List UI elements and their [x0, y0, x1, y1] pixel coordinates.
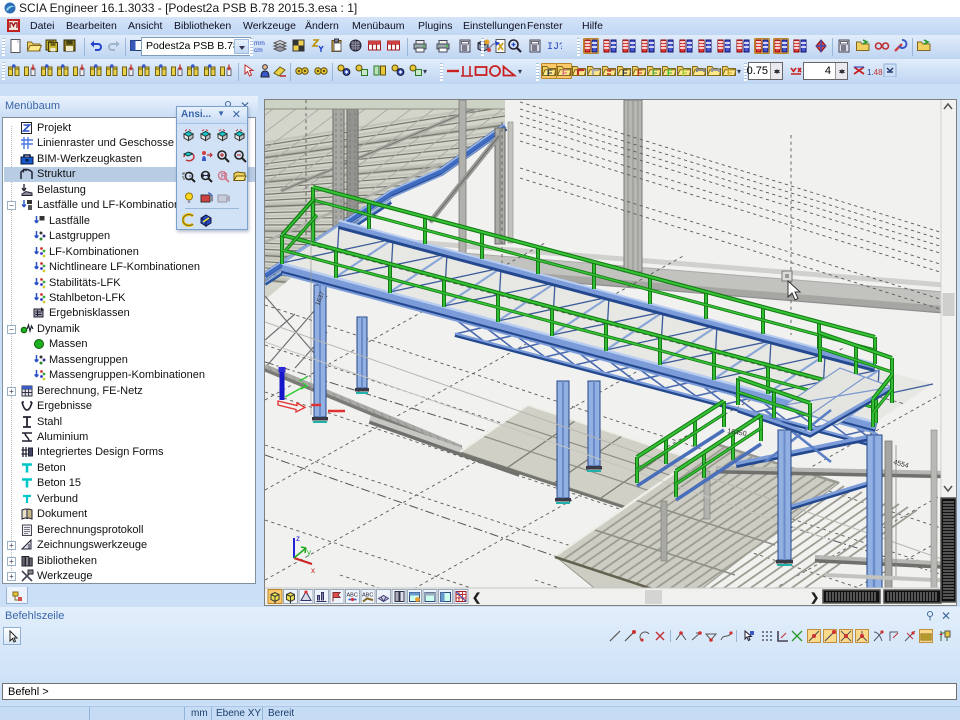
svg-text:x: x — [311, 566, 315, 575]
svg-text:R: R — [221, 173, 226, 180]
svg-text:❯: ❯ — [810, 592, 819, 604]
svg-text:IJ?: IJ? — [547, 42, 562, 53]
svg-text:ABC: ABC — [362, 593, 373, 599]
svg-text:F: F — [637, 68, 643, 78]
svg-text:F: F — [727, 68, 733, 78]
svg-text:z: z — [296, 534, 300, 543]
svg-text:cm: cm — [254, 47, 263, 54]
svg-text:1.48: 1.48 — [867, 68, 883, 77]
svg-text:F: F — [652, 68, 658, 78]
svg-text:F: F — [682, 68, 688, 78]
svg-text:mm: mm — [254, 40, 265, 47]
svg-text:ABC: ABC — [347, 593, 358, 599]
svg-text:y: y — [307, 548, 311, 557]
svg-text:F: F — [562, 68, 568, 78]
svg-text:❮: ❮ — [472, 592, 481, 604]
svg-text:F: F — [547, 68, 553, 78]
svg-text:F: F — [622, 68, 628, 78]
svg-text:F: F — [667, 68, 673, 78]
